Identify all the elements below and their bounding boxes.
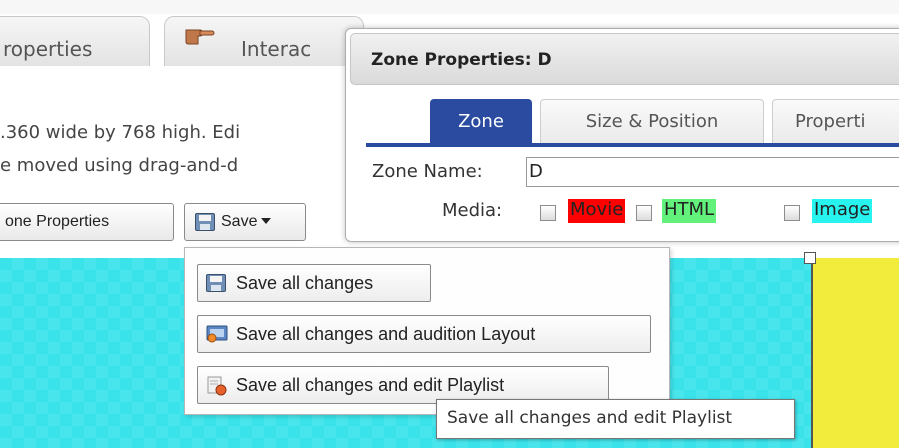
- audition-icon: [206, 325, 228, 343]
- tab-size-position[interactable]: Size & Position: [540, 99, 764, 143]
- media-label: Media:: [442, 200, 503, 221]
- top-band: [0, 0, 899, 14]
- chevron-down-icon: [261, 218, 272, 224]
- tab-properties-label: roperties: [3, 37, 93, 61]
- html-checkbox[interactable]: [636, 205, 652, 221]
- zone-properties-button-label: one Properties: [5, 213, 110, 230]
- layout-info-line1: .360 wide by 768 high. Edi: [0, 122, 241, 143]
- tooltip: Save all changes and edit Playlist: [436, 399, 795, 439]
- movie-label: Movie: [568, 199, 626, 223]
- tab-properties[interactable]: roperties: [0, 16, 150, 66]
- save-and-audition-item[interactable]: Save all changes and audition Layout: [197, 315, 651, 353]
- zone-properties-button[interactable]: one Properties: [0, 203, 174, 241]
- tab-zone-properties[interactable]: Properti: [772, 99, 899, 143]
- save-all-changes-item[interactable]: Save all changes: [197, 264, 431, 302]
- playlist-icon: [207, 376, 227, 396]
- floppy-disk-icon: [195, 213, 215, 231]
- dialog-tabs: Zone Size & Position Properti: [366, 99, 899, 147]
- movie-checkbox[interactable]: [540, 205, 556, 221]
- html-label: HTML: [662, 199, 717, 223]
- tab-zone[interactable]: Zone: [430, 99, 532, 143]
- dialog-title[interactable]: Zone Properties: D: [350, 33, 899, 85]
- image-checkbox[interactable]: [784, 205, 800, 221]
- save-all-changes-label: Save all changes: [236, 273, 374, 293]
- zone-name-label: Zone Name:: [372, 161, 483, 182]
- resize-handle[interactable]: [804, 252, 816, 264]
- save-button-label: Save: [221, 213, 258, 230]
- save-dropdown-button[interactable]: Save: [184, 203, 306, 241]
- floppy-disk-icon: [206, 274, 226, 292]
- zone-name-input[interactable]: D: [526, 157, 899, 187]
- dialog-content: Zone Name: D Media: Movie HTML Image: [366, 147, 899, 233]
- save-and-audition-label: Save all changes and audition Layout: [236, 324, 536, 344]
- tab-interactions-label: Interac: [241, 37, 312, 61]
- zone-properties-dialog: Zone Properties: D Zone Size & Position …: [345, 28, 899, 242]
- save-and-edit-playlist-label: Save all changes and edit Playlist: [236, 375, 505, 395]
- layout-info-line2: e moved using drag-and-d: [0, 155, 239, 176]
- pointing-hand-icon: [185, 29, 215, 45]
- zone-yellow[interactable]: [811, 258, 899, 448]
- save-dropdown-menu: Save all changes Save all changes and au…: [184, 247, 670, 415]
- image-label: Image: [812, 199, 873, 223]
